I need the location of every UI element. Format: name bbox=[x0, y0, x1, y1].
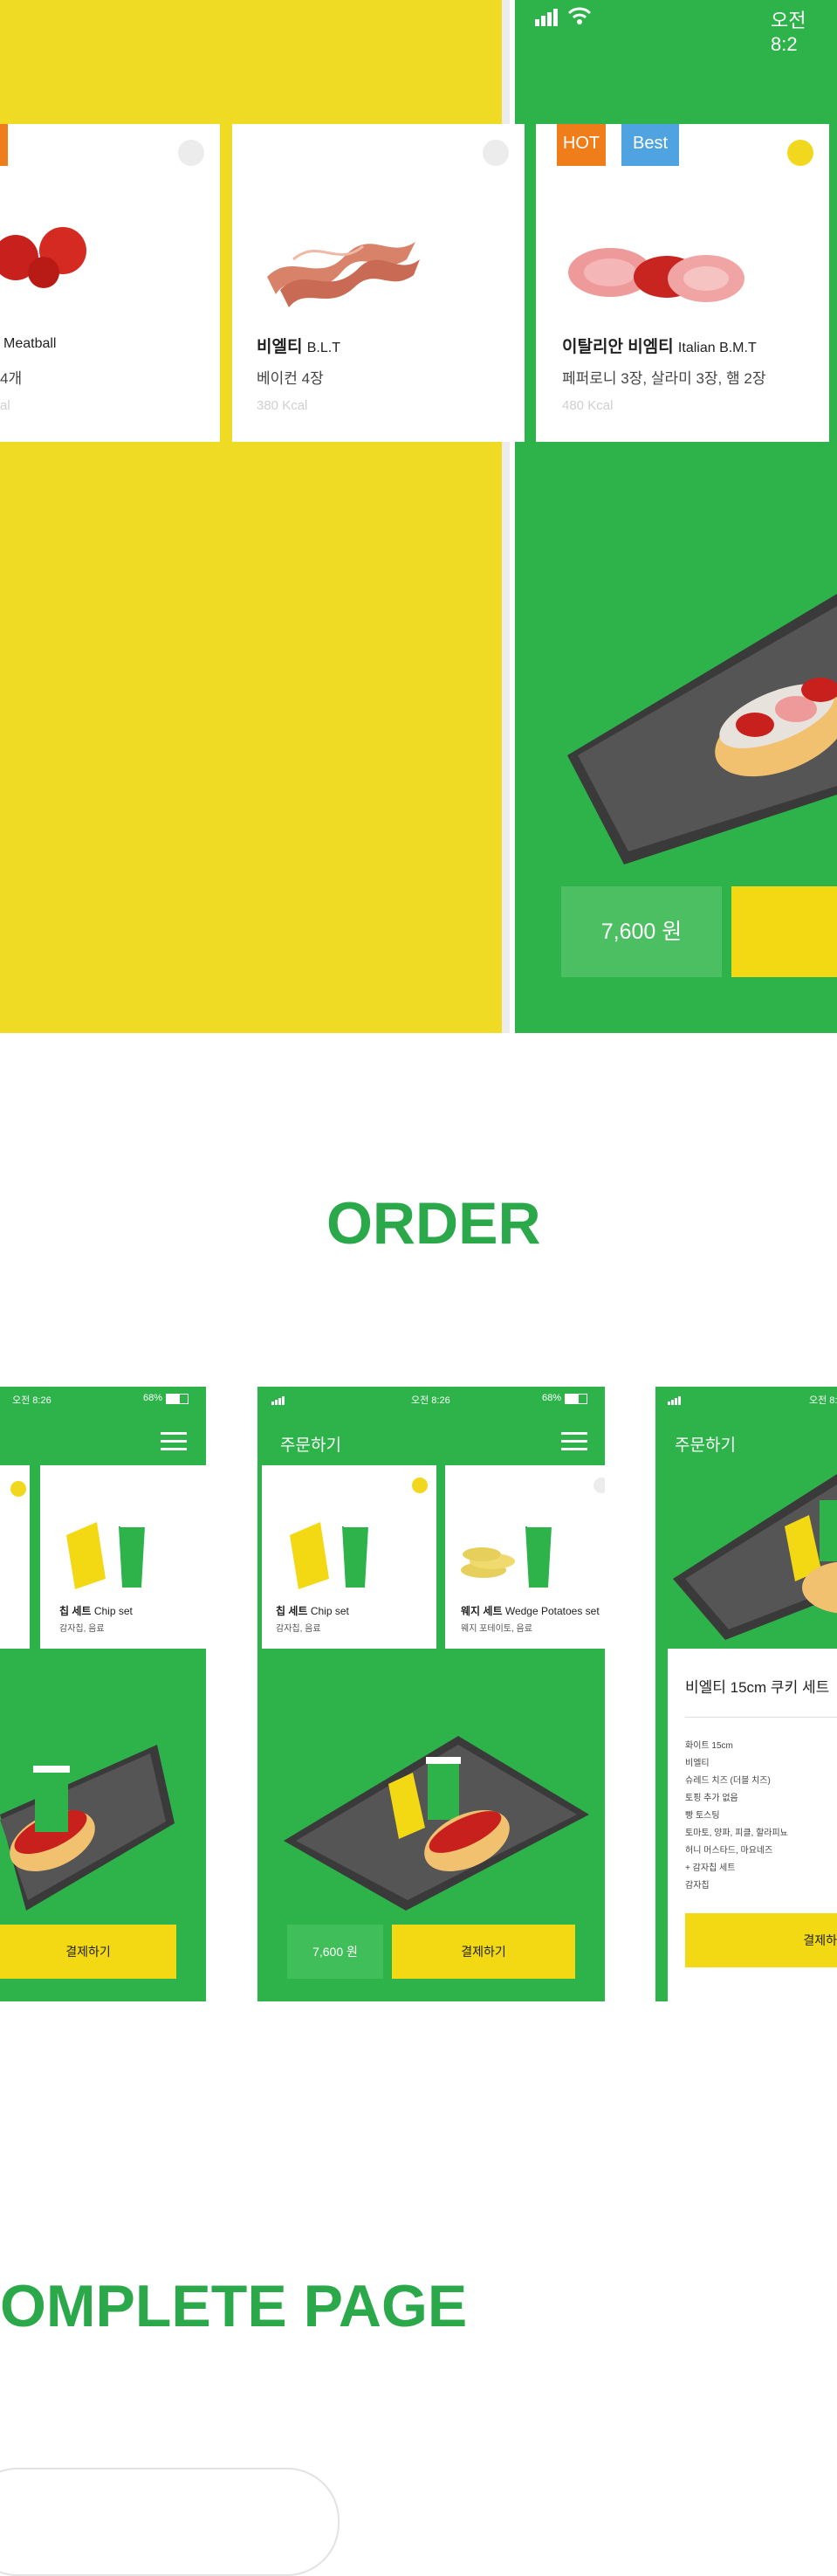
signal-icon bbox=[668, 1394, 682, 1409]
menu-icon[interactable] bbox=[161, 1432, 187, 1456]
sheet-item: 허니 머스타드, 마요네즈 bbox=[685, 1846, 773, 1856]
wifi-icon bbox=[567, 5, 592, 31]
card-kcal: al bbox=[0, 398, 10, 413]
page-title: 주문하기 bbox=[675, 1436, 736, 1455]
price-display: 7,600 원 bbox=[287, 1925, 383, 1979]
phone-screen-1: 오전 8:26 68% 칩 세트 Chip set 감자칩, 음료 결제하기 bbox=[0, 1387, 206, 2001]
status-time: 오전 8:2 bbox=[771, 10, 806, 55]
sheet-item: 토마토, 양파, 피클, 할라피뇨 bbox=[685, 1829, 788, 1838]
card-name: 웨지 세트 Wedge Potatoes set bbox=[461, 1605, 600, 1617]
battery-icon bbox=[565, 1394, 587, 1404]
menu-card-italian-bmt[interactable]: HOT Best 이탈리안 비엠티 Italian B.M.T 페퍼로니 3장,… bbox=[536, 124, 829, 442]
card-kcal: 380 Kcal bbox=[257, 398, 308, 413]
sheet-item: 감자칩 bbox=[685, 1881, 710, 1891]
phone-screen-3: 오전 8:2 주문하기 비엘티 15cm 쿠키 세트 화이트 15cm 비엘티 … bbox=[655, 1387, 837, 2001]
card-name: 칩 세트 Chip set bbox=[276, 1605, 349, 1617]
pay-button[interactable]: 결제하 bbox=[685, 1913, 837, 1967]
menu-card-wedge-set[interactable]: 웨지 세트 Wedge Potatoes set 웨지 포테이토, 음료 bbox=[445, 1465, 605, 1649]
select-dot-selected[interactable] bbox=[10, 1481, 26, 1497]
sheet-item: 비엘티 bbox=[685, 1759, 710, 1768]
card-kcal: 480 Kcal bbox=[562, 398, 614, 413]
menu-card-meatball[interactable]: Meatball 4개 al bbox=[0, 124, 220, 442]
order-heading: ORDER bbox=[326, 1190, 541, 1257]
select-dot-selected[interactable] bbox=[787, 140, 813, 166]
menu-card-chip-set[interactable]: 칩 세트 Chip set 감자칩, 음료 bbox=[262, 1465, 436, 1649]
card-name: Meatball bbox=[3, 336, 57, 351]
sheet-item: 토핑 추가 없음 bbox=[685, 1794, 738, 1803]
signal-icon bbox=[271, 1394, 285, 1409]
card-name: 이탈리안 비엠티 Italian B.M.T bbox=[562, 338, 757, 356]
battery-icon bbox=[166, 1394, 189, 1404]
chips-drink-image bbox=[290, 1522, 370, 1589]
sheet-title: 비엘티 15cm 쿠키 세트 bbox=[685, 1679, 830, 1696]
select-dot[interactable] bbox=[593, 1477, 605, 1493]
sheet-item: 빵 토스팅 bbox=[685, 1811, 720, 1821]
hot-tag: HOT bbox=[557, 124, 606, 166]
select-dot[interactable] bbox=[178, 140, 204, 166]
sheet-divider bbox=[685, 1717, 837, 1718]
card-desc: 웨지 포테이토, 음료 bbox=[461, 1624, 532, 1634]
menu-card-chip-set[interactable]: 칩 세트 Chip set 감자칩, 음료 bbox=[40, 1465, 206, 1649]
tray-image bbox=[0, 1745, 175, 1911]
page-title: 주문하기 bbox=[280, 1436, 341, 1455]
sheet-item: 화이트 15cm bbox=[685, 1741, 733, 1751]
card-desc: 페퍼로니 3장, 살라미 3장, 햄 2장 bbox=[562, 370, 766, 387]
status-time: 오전 8:26 bbox=[12, 1395, 51, 1406]
card-desc: 4개 bbox=[0, 370, 23, 387]
card-name: 비엘티 B.L.T bbox=[257, 338, 340, 356]
status-time: 오전 8:26 bbox=[411, 1395, 450, 1406]
tray-image bbox=[284, 1736, 589, 1911]
select-dot[interactable] bbox=[483, 140, 509, 166]
pay-button[interactable]: 결제하기 bbox=[0, 1925, 176, 1979]
sheet-items: 화이트 15cm 비엘티 슈레드 치즈 (더블 치즈) 토핑 추가 없음 빵 토… bbox=[685, 1738, 788, 1895]
phone-screen-2: 오전 8:26 68% 주문하기 칩 세트 Chip set 감자칩, 음료 웨… bbox=[257, 1387, 605, 2001]
card-desc: 베이컨 4장 bbox=[257, 370, 324, 387]
card-desc: 감자칩, 음료 bbox=[276, 1624, 321, 1634]
best-tag: Best bbox=[621, 124, 679, 166]
pay-button[interactable]: 결제하기 bbox=[392, 1925, 575, 1979]
tray-image bbox=[673, 1474, 837, 1640]
sheet-item: + 감자칩 세트 bbox=[685, 1863, 736, 1873]
battery-level: 68% bbox=[542, 1393, 562, 1403]
price-display: 7,600 원 bbox=[561, 886, 722, 977]
wedge-drink-image bbox=[461, 1522, 553, 1588]
tray-sandwich-image bbox=[567, 594, 837, 864]
complete-page-preview bbox=[0, 2468, 340, 2576]
pay-button[interactable] bbox=[731, 886, 837, 977]
complete-page-heading: OMPLETE PAGE bbox=[0, 2273, 468, 2339]
menu-card-blt[interactable]: 비엘티 B.L.T 베이컨 4장 380 Kcal bbox=[232, 124, 525, 442]
chips-drink-image bbox=[66, 1522, 147, 1589]
select-dot-selected[interactable] bbox=[412, 1477, 428, 1493]
card-desc: 감자칩, 음료 bbox=[59, 1624, 105, 1634]
bacon-image bbox=[267, 242, 420, 307]
italian-bmt-image bbox=[568, 248, 744, 302]
menu-card-partial[interactable] bbox=[0, 1465, 30, 1649]
card-name: 칩 세트 Chip set bbox=[59, 1605, 133, 1617]
meatball-image bbox=[0, 227, 86, 288]
status-time: 오전 8:2 bbox=[809, 1395, 837, 1406]
order-detail-sheet: 비엘티 15cm 쿠키 세트 화이트 15cm 비엘티 슈레드 치즈 (더블 치… bbox=[668, 1649, 837, 2001]
sheet-item: 슈레드 치즈 (더블 치즈) bbox=[685, 1776, 771, 1786]
menu-icon[interactable] bbox=[561, 1432, 587, 1456]
battery-level: 68% bbox=[143, 1393, 163, 1403]
signal-icon bbox=[535, 9, 561, 31]
hot-tag bbox=[0, 124, 8, 166]
